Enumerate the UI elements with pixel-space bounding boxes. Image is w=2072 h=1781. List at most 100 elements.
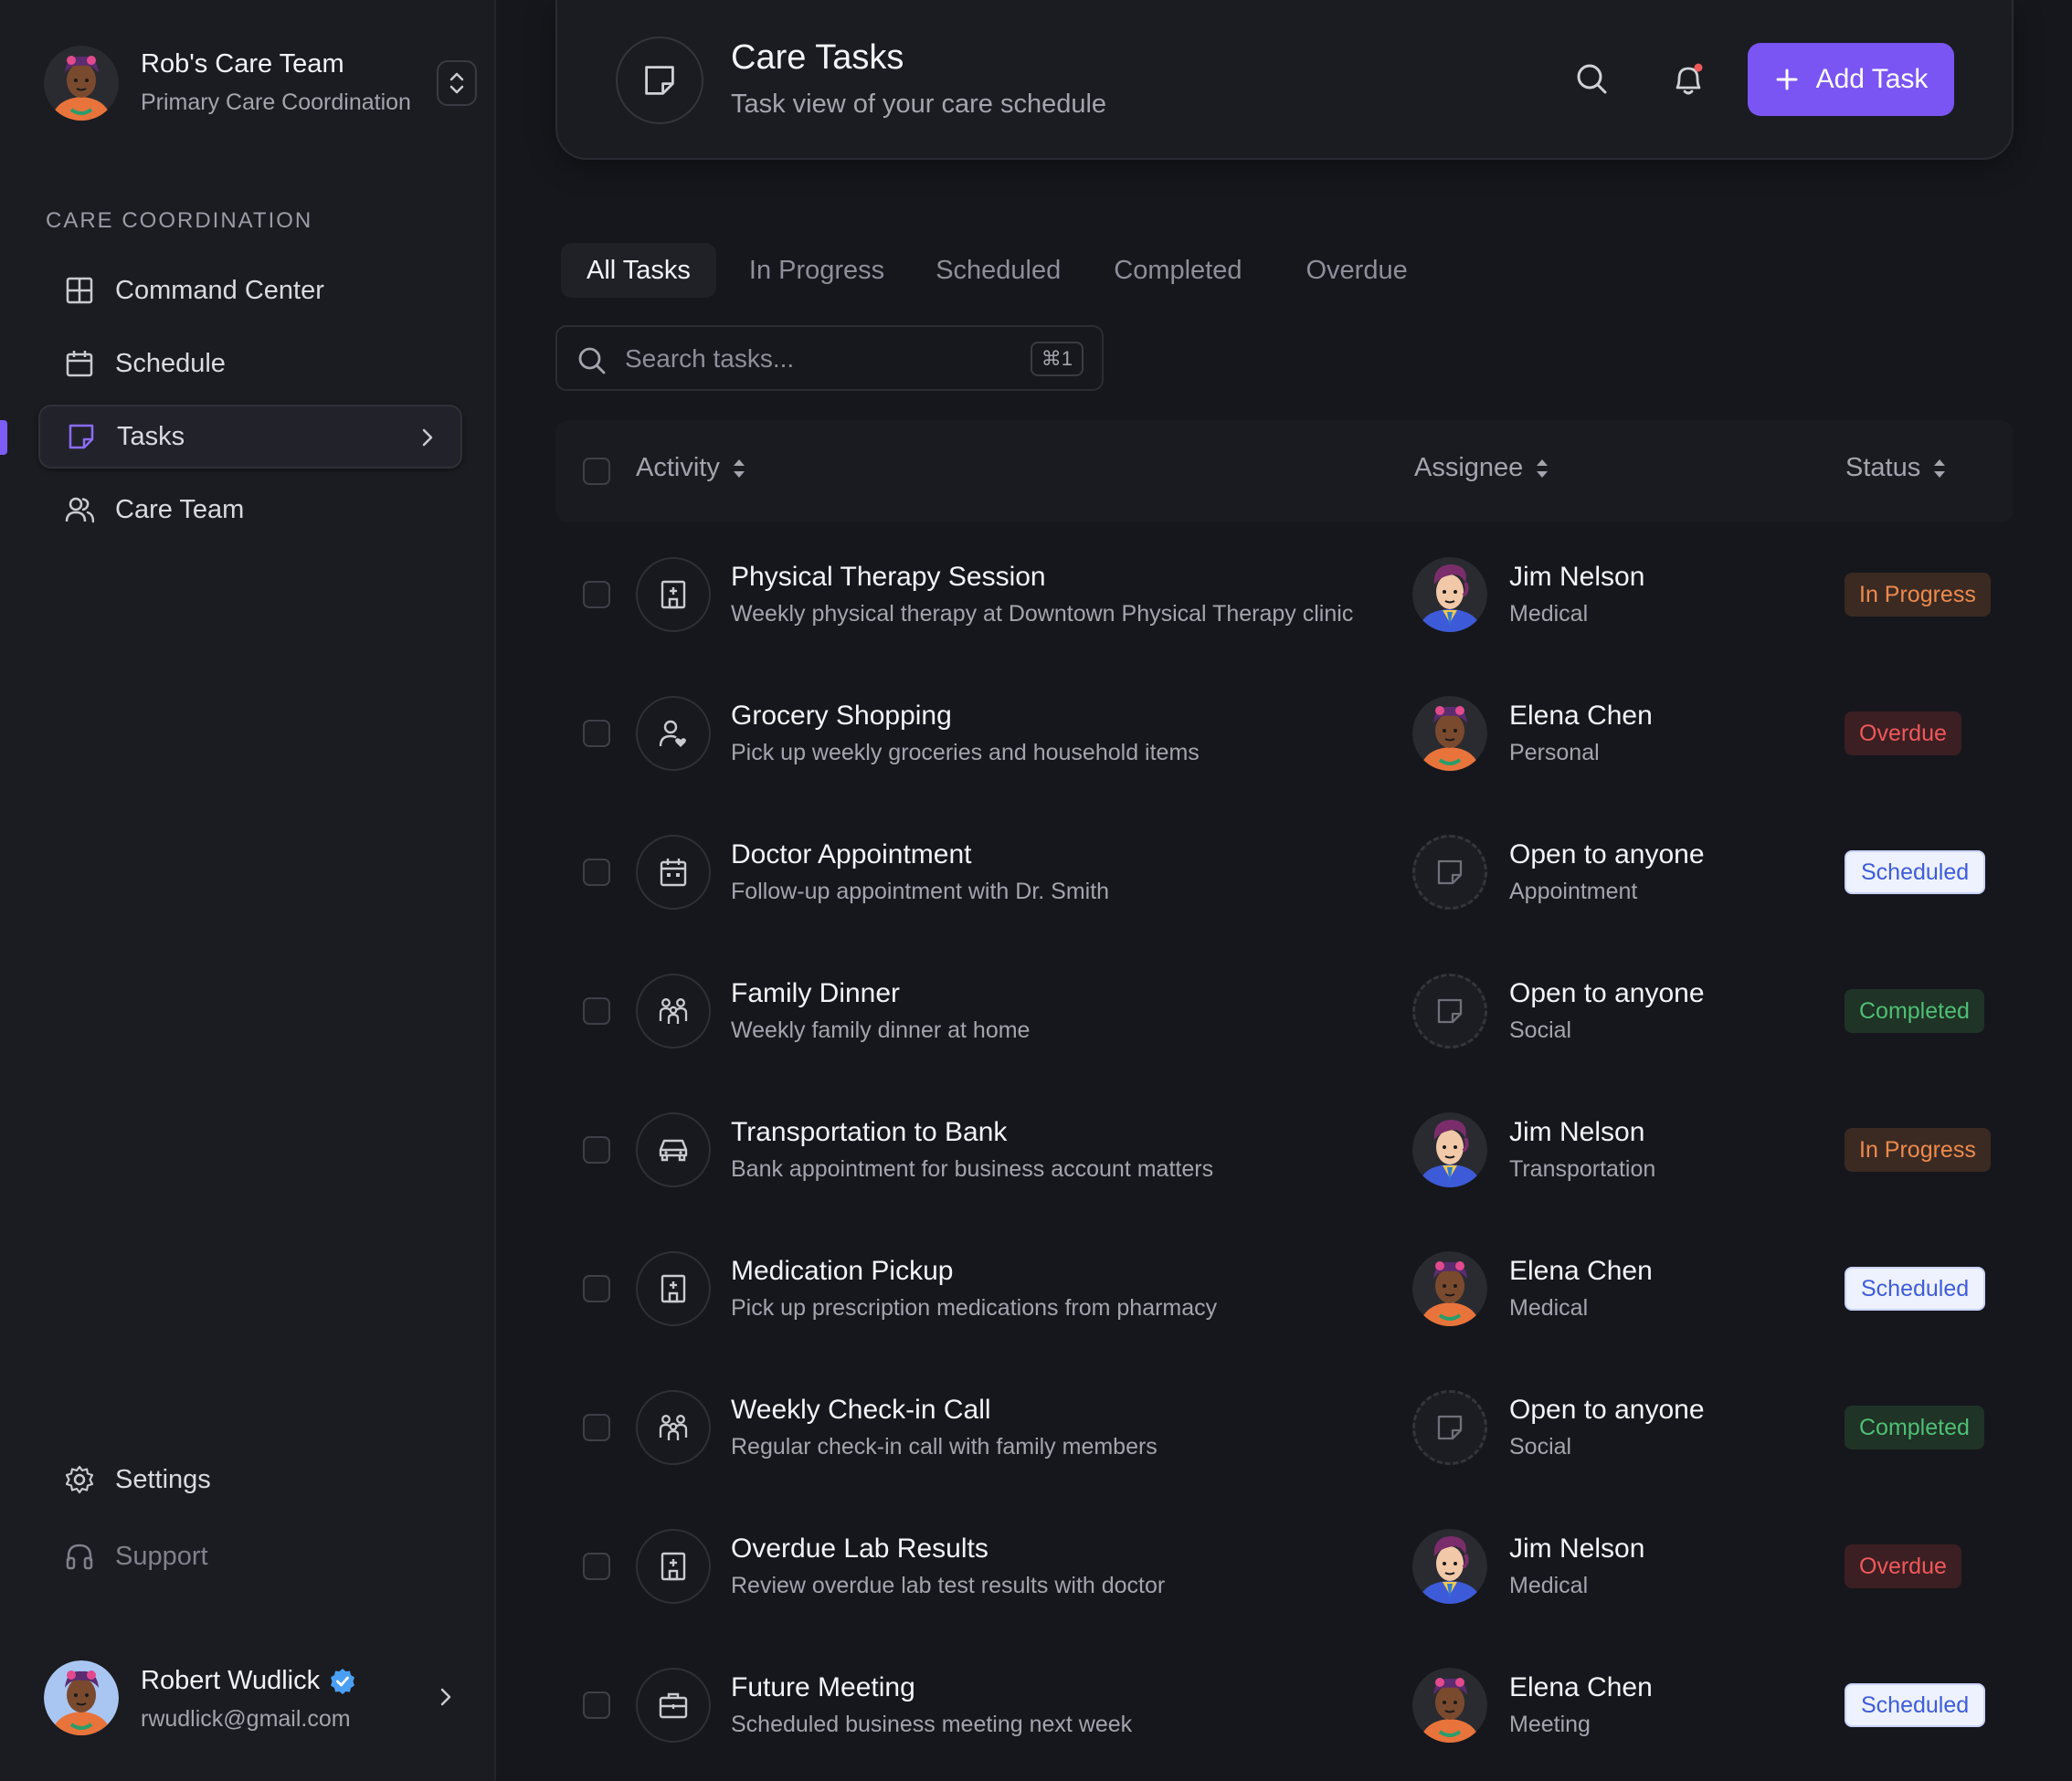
user-name: Robert Wudlick: [141, 1666, 321, 1695]
avatar: [1412, 1251, 1487, 1326]
assignee-name: Jim Nelson: [1509, 1117, 1645, 1147]
avatar: [1412, 1529, 1487, 1604]
chevron-right-icon[interactable]: [437, 1684, 455, 1710]
row-checkbox[interactable]: [583, 859, 610, 886]
row-checkbox[interactable]: [583, 997, 610, 1025]
select-all-checkbox[interactable]: [583, 458, 610, 485]
column-header-assignee[interactable]: Assignee: [1414, 453, 1550, 483]
chevron-right-icon: [422, 428, 433, 447]
status-badge: Completed: [1845, 989, 1984, 1033]
task-title: Future Meeting: [731, 1672, 915, 1702]
row-checkbox[interactable]: [583, 581, 610, 608]
table-row[interactable]: Grocery Shopping Pick up weekly grocerie…: [555, 664, 2014, 803]
tab-scheduled[interactable]: Scheduled: [910, 243, 1086, 298]
search-icon[interactable]: [1575, 62, 1610, 97]
search-input[interactable]: [625, 340, 1009, 378]
column-header-activity[interactable]: Activity: [636, 453, 747, 483]
assignee-name: Elena Chen: [1509, 1672, 1653, 1702]
sidebar-item-support[interactable]: Support: [38, 1524, 462, 1588]
table-row[interactable]: Future Meeting Scheduled business meetin…: [555, 1636, 2014, 1775]
status-badge: In Progress: [1845, 573, 1991, 616]
assignee-name: Open to anyone: [1509, 1395, 1705, 1425]
sidebar-item-schedule[interactable]: Schedule: [38, 332, 462, 395]
add-task-button[interactable]: Add Task: [1748, 43, 1954, 116]
row-checkbox[interactable]: [583, 1691, 610, 1719]
calendar-icon: [64, 348, 95, 379]
calendar-icon: [636, 835, 711, 910]
task-title: Doctor Appointment: [731, 839, 972, 869]
table-row[interactable]: Medication Pickup Pick up prescription m…: [555, 1219, 2014, 1358]
team-switcher[interactable]: Rob's Care Team Primary Care Coordinatio…: [44, 44, 479, 122]
status-badge: Completed: [1845, 1406, 1984, 1449]
plus-icon: [1776, 68, 1798, 90]
avatar: [1412, 1668, 1487, 1743]
sidebar-item-label: Schedule: [115, 348, 226, 378]
add-task-label: Add Task: [1815, 64, 1929, 94]
task-description: Review overdue lab test results with doc…: [731, 1573, 1166, 1598]
assignee-name: Jim Nelson: [1509, 562, 1645, 592]
sidebar-item-label: Support: [115, 1541, 208, 1571]
column-label: Assignee: [1414, 453, 1524, 482]
task-category: Medical: [1509, 1295, 1589, 1321]
headset-icon: [64, 1541, 95, 1572]
task-description: Pick up weekly groceries and household i…: [731, 740, 1200, 765]
open-assignee-placeholder: [1412, 974, 1487, 1049]
sidebar-item-command-center[interactable]: Command Center: [38, 258, 462, 322]
status-badge: Overdue: [1845, 1544, 1961, 1588]
row-checkbox[interactable]: [583, 1553, 610, 1580]
status-badge: Scheduled: [1845, 1267, 1986, 1311]
task-description: Scheduled business meeting next week: [731, 1712, 1133, 1737]
row-checkbox[interactable]: [583, 1275, 610, 1302]
tab-overdue[interactable]: Overdue: [1268, 243, 1433, 298]
car-icon: [636, 1112, 711, 1187]
user-email: rwudlick@gmail.com: [141, 1706, 351, 1732]
task-description: Weekly physical therapy at Downtown Phys…: [731, 601, 1354, 627]
table-row[interactable]: Doctor Appointment Follow-up appointment…: [555, 803, 2014, 942]
sidebar-item-settings[interactable]: Settings: [38, 1448, 462, 1512]
table-row[interactable]: Physical Therapy Session Weekly physical…: [555, 525, 2014, 664]
status-badge: In Progress: [1845, 1128, 1991, 1172]
tab-completed[interactable]: Completed: [1086, 243, 1267, 298]
sidebar-item-tasks[interactable]: Tasks: [38, 405, 462, 469]
task-description: Regular check-in call with family member…: [731, 1434, 1158, 1460]
page-header: Care Tasks Task view of your care schedu…: [555, 0, 2014, 160]
task-filter-tabs: All Tasks In Progress Scheduled Complete…: [561, 243, 1433, 298]
sort-icon: [733, 458, 745, 478]
task-title: Medication Pickup: [731, 1256, 954, 1286]
sidebar-item-label: Tasks: [117, 421, 185, 451]
sidebar-item-care-team[interactable]: Care Team: [38, 478, 462, 542]
column-label: Activity: [636, 453, 720, 482]
team-switch-button[interactable]: [437, 60, 477, 106]
open-assignee-placeholder: [1412, 1390, 1487, 1465]
table-row[interactable]: Family Dinner Weekly family dinner at ho…: [555, 942, 2014, 1080]
sticky-note-icon: [1436, 997, 1464, 1025]
avatar: [1412, 557, 1487, 632]
status-badge: Scheduled: [1845, 850, 1986, 894]
sticky-note-icon: [1436, 859, 1464, 886]
hospital-icon: [636, 1251, 711, 1326]
table-row[interactable]: Overdue Lab Results Review overdue lab t…: [555, 1497, 2014, 1636]
task-category: Social: [1509, 1434, 1572, 1460]
assignee-name: Elena Chen: [1509, 701, 1653, 731]
user-profile-card[interactable]: Robert Wudlick rwudlick@gmail.com: [44, 1660, 455, 1739]
table-row[interactable]: Transportation to Bank Bank appointment …: [555, 1080, 2014, 1219]
sticky-note-icon: [616, 37, 703, 124]
tab-all-tasks[interactable]: All Tasks: [561, 243, 716, 298]
sticky-note-icon: [1436, 1414, 1464, 1441]
tab-in-progress[interactable]: In Progress: [724, 243, 910, 298]
bell-icon[interactable]: [1670, 60, 1707, 99]
assignee-name: Jim Nelson: [1509, 1533, 1645, 1564]
table-row[interactable]: Weekly Check-in Call Regular check-in ca…: [555, 1358, 2014, 1497]
row-checkbox[interactable]: [583, 1136, 610, 1164]
user-name-row: Robert Wudlick: [141, 1666, 356, 1696]
row-checkbox[interactable]: [583, 720, 610, 747]
column-header-status[interactable]: Status: [1845, 453, 1948, 483]
gear-icon: [64, 1464, 95, 1495]
hospital-icon: [636, 557, 711, 632]
task-category: Medical: [1509, 1573, 1589, 1598]
task-category: Social: [1509, 1017, 1572, 1043]
avatar: [1412, 1112, 1487, 1187]
team-avatar: [44, 46, 119, 121]
task-category: Transportation: [1509, 1156, 1656, 1182]
row-checkbox[interactable]: [583, 1414, 610, 1441]
